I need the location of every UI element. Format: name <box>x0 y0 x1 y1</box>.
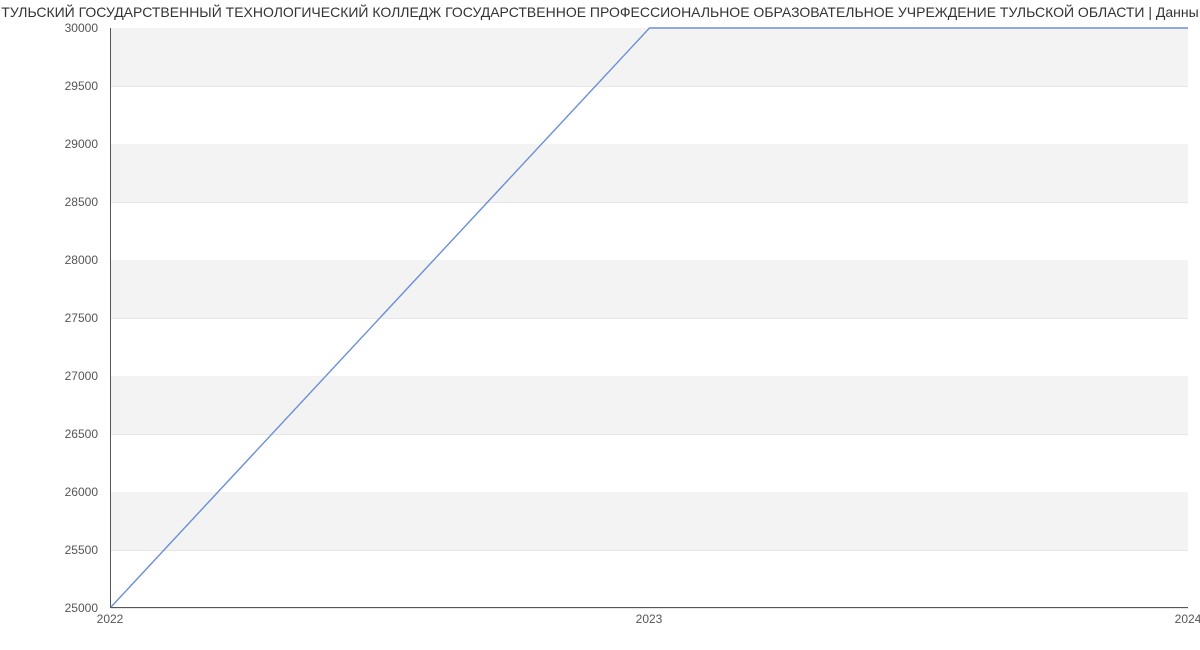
y-tick-label: 26000 <box>0 485 98 499</box>
line-series <box>111 28 1188 607</box>
y-tick-label: 26500 <box>0 427 98 441</box>
y-tick-label: 25000 <box>0 601 98 615</box>
y-tick-label: 27500 <box>0 311 98 325</box>
y-tick-label: 29000 <box>0 137 98 151</box>
y-tick-label: 29500 <box>0 79 98 93</box>
x-tick-label: 2024 <box>1175 612 1200 626</box>
y-tick-label: 30000 <box>0 21 98 35</box>
y-tick-label: 27000 <box>0 369 98 383</box>
plot-area <box>110 28 1188 608</box>
y-tick-label: 25500 <box>0 543 98 557</box>
y-tick-label: 28000 <box>0 253 98 267</box>
chart-title: ТУЛЬСКИЙ ГОСУДАРСТВЕННЫЙ ТЕХНОЛОГИЧЕСКИЙ… <box>0 4 1200 20</box>
x-tick-label: 2023 <box>636 612 663 626</box>
x-tick-label: 2022 <box>97 612 124 626</box>
chart-container: ТУЛЬСКИЙ ГОСУДАРСТВЕННЫЙ ТЕХНОЛОГИЧЕСКИЙ… <box>0 0 1200 650</box>
y-tick-label: 28500 <box>0 195 98 209</box>
y-gridline <box>111 608 1188 609</box>
